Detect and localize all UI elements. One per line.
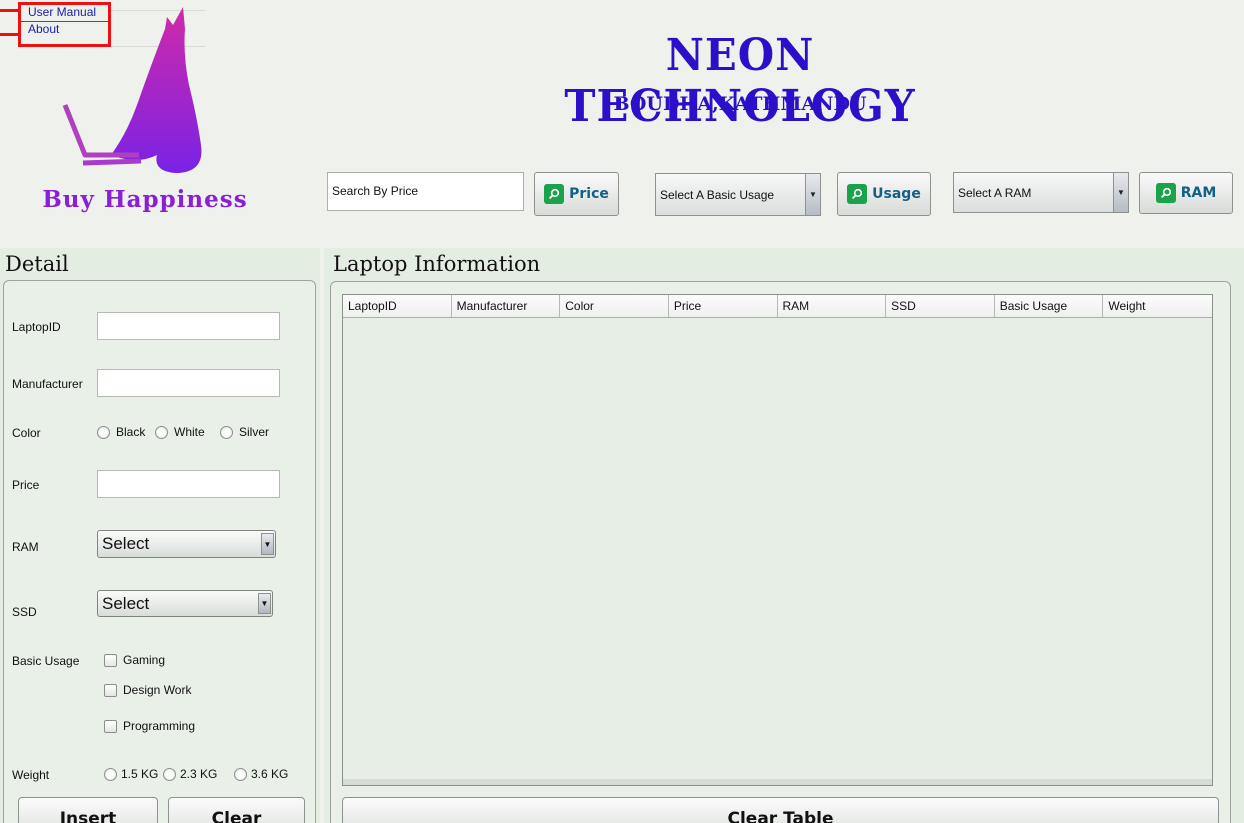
button-label: Price [569,186,609,202]
color-label: Color [12,426,41,440]
select-value: Select [102,534,150,553]
ssd-label: SSD [12,605,37,619]
button-label: Usage [872,186,921,202]
column-header-ram[interactable]: RAM [778,295,887,317]
column-header-weight[interactable]: Weight [1103,295,1212,317]
checkbox-icon [104,719,117,733]
ram-label: RAM [12,540,39,554]
usage-filter-select[interactable]: Select A Basic Usage ▼ [655,173,821,216]
usage-checkbox-programming[interactable]: Programming [104,719,195,733]
search-price-input[interactable]: Search By Price [327,172,524,211]
option-label: Gaming [123,653,166,667]
column-header-basic-usage[interactable]: Basic Usage [995,295,1104,317]
app-title: NEON TECHNOLOGY [564,30,916,132]
option-label: 2.3 KG [180,767,218,781]
weight-radio-2-3[interactable]: 2.3 KG [163,767,217,781]
menu-marker [0,33,18,36]
radio-icon [97,425,110,439]
radio-icon [155,425,168,439]
radio-icon [234,767,247,781]
column-header-ssd[interactable]: SSD [886,295,995,317]
detail-title: Detail [5,252,69,276]
search-usage-button[interactable]: Usage [837,172,931,216]
option-label: Programming [123,719,196,733]
option-label: 1.5 KG [121,767,159,781]
search-icon [847,184,868,204]
search-icon [544,184,565,204]
column-header-manufacturer[interactable]: Manufacturer [452,295,561,317]
manufacturer-label: Manufacturer [12,377,83,391]
price-label: Price [12,478,40,492]
search-icon [1155,183,1176,203]
price-field[interactable] [97,470,280,498]
menu-marker [0,9,18,12]
option-label: 3.6 KG [251,767,289,781]
radio-icon [104,767,117,781]
laptop-information-title: Laptop Information [333,252,541,276]
column-header-color[interactable]: Color [560,295,669,317]
basic-usage-label: Basic Usage [12,654,80,668]
ssd-select[interactable]: Select ▼ [97,590,273,617]
manufacturer-field[interactable] [97,369,280,397]
search-price-button[interactable]: Price [534,172,619,216]
select-value: Select A RAM [958,185,1032,200]
ram-filter-select[interactable]: Select A RAM ▼ [953,172,1129,213]
laptop-table[interactable]: LaptopID Manufacturer Color Price RAM SS… [342,294,1213,786]
select-value: Select [102,593,150,613]
usage-checkbox-gaming[interactable]: Gaming [104,653,165,667]
usage-checkbox-design-work[interactable]: Design Work [104,683,191,697]
ram-select[interactable]: Select ▼ [97,530,276,558]
clear-button[interactable]: Clear [168,797,305,823]
clear-table-button[interactable]: Clear Table [342,797,1219,823]
table-header: LaptopID Manufacturer Color Price RAM SS… [343,295,1212,318]
weight-label: Weight [12,768,50,782]
insert-button[interactable]: Insert [18,797,158,823]
option-label: Design Work [123,683,192,697]
weight-radio-1-5[interactable]: 1.5 KG [104,767,158,781]
column-header-laptopid[interactable]: LaptopID [343,295,452,317]
weight-radio-3-6[interactable]: 3.6 KG [234,767,288,781]
radio-icon [163,767,176,781]
search-ram-button[interactable]: RAM [1139,172,1233,214]
option-label: Silver [239,425,270,439]
column-header-price[interactable]: Price [669,295,778,317]
chevron-down-icon: ▼ [258,593,271,614]
chevron-down-icon: ▼ [1113,173,1128,212]
laptop-id-field[interactable] [97,312,280,340]
button-label: RAM [1180,185,1217,201]
radio-icon [220,425,233,439]
chevron-down-icon: ▼ [261,533,274,555]
select-value: Select A Basic Usage [660,187,775,202]
horizontal-scrollbar[interactable] [343,779,1212,785]
color-radio-white[interactable]: White [155,425,205,439]
kangaroo-laptop-logo [62,7,202,173]
app-subtitle: BOUDHA,KATHMANDU [613,93,867,115]
chevron-down-icon: ▼ [805,174,820,215]
brand-slogan: Buy Happiness [42,186,248,213]
checkbox-icon [104,683,117,697]
laptop-id-label: LaptopID [12,320,61,334]
color-radio-silver[interactable]: Silver [220,425,269,439]
option-label: Black [116,425,146,439]
color-radio-black[interactable]: Black [97,425,145,439]
checkbox-icon [104,653,117,667]
option-label: White [174,425,205,439]
